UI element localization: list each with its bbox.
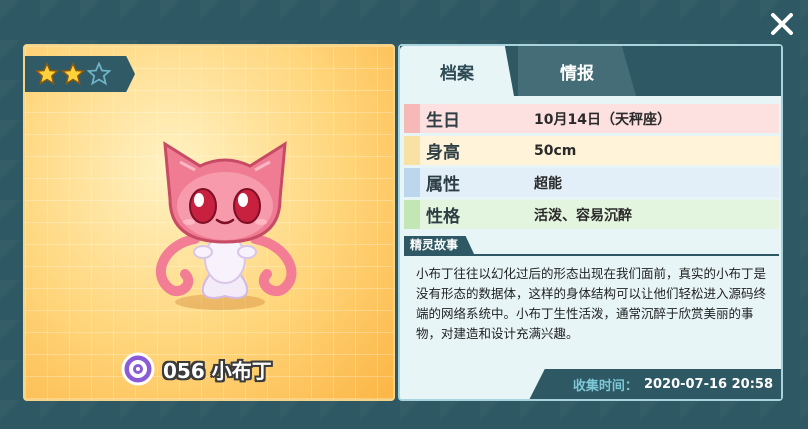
pet-portrait-card: 056 小布丁: [23, 44, 395, 401]
attribute-row-personality: 性格 活泼、容易沉醉: [404, 200, 779, 229]
tab-bar: 档案 情报: [400, 46, 781, 96]
close-button[interactable]: [768, 10, 796, 38]
pet-archive-screen: 056 小布丁 档案 情报 生日 10月14日（天秤座） 身高 50cm 属性 …: [0, 0, 808, 429]
close-icon: [771, 13, 793, 35]
attribute-label: 生日: [426, 111, 460, 131]
story-text: 小布丁往往以幻化过后的形态出现在我们面前，真实的小布丁是没有形态的数据体，这样的…: [416, 266, 767, 341]
row-accent: [404, 104, 420, 133]
pet-name: 056 小布丁: [163, 358, 272, 383]
story-header: 精灵故事: [404, 236, 779, 256]
attribute-value: 50cm: [534, 142, 577, 159]
attribute-table: 生日 10月14日（天秤座） 身高 50cm 属性 超能 性格 活泼、容易沉醉: [404, 104, 779, 232]
attribute-value: 活泼、容易沉醉: [534, 207, 632, 224]
attribute-value: 超能: [534, 175, 562, 192]
star-empty-icon: [87, 62, 111, 86]
attribute-row-type: 属性 超能: [404, 168, 779, 197]
story-title: 精灵故事: [404, 236, 475, 254]
pet-sprite: [155, 141, 297, 299]
attribute-label: 身高: [426, 143, 460, 163]
attribute-row-height: 身高 50cm: [404, 136, 779, 165]
attribute-label: 属性: [426, 175, 460, 195]
attribute-row-birthday: 生日 10月14日（天秤座）: [404, 104, 779, 133]
star-filled-icon: [61, 62, 85, 86]
attribute-label: 性格: [426, 207, 460, 227]
collect-time-label: 收集时间：: [572, 378, 638, 394]
pet-info-panel: 档案 情报 生日 10月14日（天秤座） 身高 50cm 属性 超能 性格 活泼…: [398, 44, 783, 401]
star-filled-icon: [35, 62, 59, 86]
collect-time-value: 2020-07-16 20:58: [643, 376, 773, 392]
collect-time-bar: 收集时间： 2020-07-16 20:58: [529, 369, 781, 399]
row-accent: [404, 200, 420, 229]
tab-intel[interactable]: 情报: [518, 46, 636, 96]
pet-name-row: 056 小布丁: [121, 352, 272, 386]
row-accent: [404, 168, 420, 197]
attribute-value: 10月14日（天秤座）: [534, 111, 671, 128]
tab-archive[interactable]: 档案: [400, 46, 514, 96]
psychic-attribute-icon: [121, 352, 155, 386]
star-rating: [25, 56, 135, 92]
row-accent: [404, 136, 420, 165]
